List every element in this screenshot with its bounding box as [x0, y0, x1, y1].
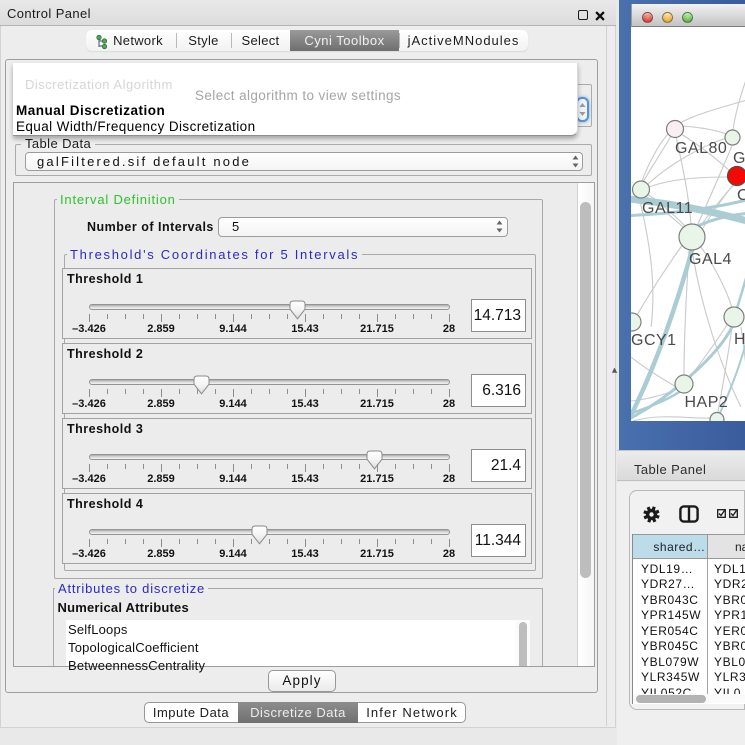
svg-text:GAL80: GAL80	[675, 140, 727, 157]
svg-text:GCY1: GCY1	[631, 332, 677, 349]
svg-text:GA: GA	[733, 150, 745, 167]
svg-text:HAP2: HAP2	[685, 394, 729, 411]
svg-text:H: H	[734, 331, 745, 348]
svg-text:C: C	[737, 187, 745, 204]
svg-text:GAL4: GAL4	[689, 251, 732, 268]
svg-text:GAL11: GAL11	[642, 200, 693, 217]
